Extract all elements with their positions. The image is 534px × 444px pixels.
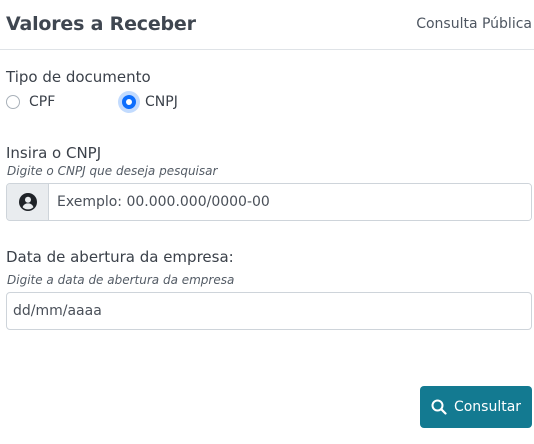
- radio-option-cnpj[interactable]: CNPJ: [122, 92, 178, 112]
- document-type-label: Tipo de documento: [6, 68, 151, 86]
- opening-date-input[interactable]: [6, 292, 532, 330]
- user-circle-icon: [7, 184, 49, 220]
- cnpj-input-group: [6, 183, 532, 221]
- radio-cpf-label: CPF: [29, 94, 56, 110]
- radio-cnpj-label: CNPJ: [145, 94, 178, 110]
- search-icon: [431, 399, 447, 415]
- cnpj-input[interactable]: [49, 184, 531, 220]
- cnpj-hint: Digite o CNPJ que deseja pesquisar: [7, 164, 218, 178]
- radio-cpf[interactable]: [6, 95, 20, 109]
- opening-date-hint: Digite a data de abertura da empresa: [7, 273, 235, 287]
- radio-option-cpf[interactable]: CPF: [6, 92, 55, 112]
- consultar-button-label: Consultar: [453, 399, 522, 415]
- consultar-button[interactable]: Consultar: [420, 386, 532, 428]
- page-subtitle: Consulta Pública: [416, 16, 532, 32]
- opening-date-label: Data de abertura da empresa:: [6, 248, 234, 266]
- cnpj-label: Insira o CNPJ: [6, 144, 102, 162]
- document-type-radio-group: CPF CNPJ: [6, 92, 306, 112]
- page-title: Valores a Receber: [6, 13, 196, 35]
- radio-cnpj[interactable]: [122, 95, 136, 109]
- page-header: Valores a Receber Consulta Pública: [0, 0, 534, 50]
